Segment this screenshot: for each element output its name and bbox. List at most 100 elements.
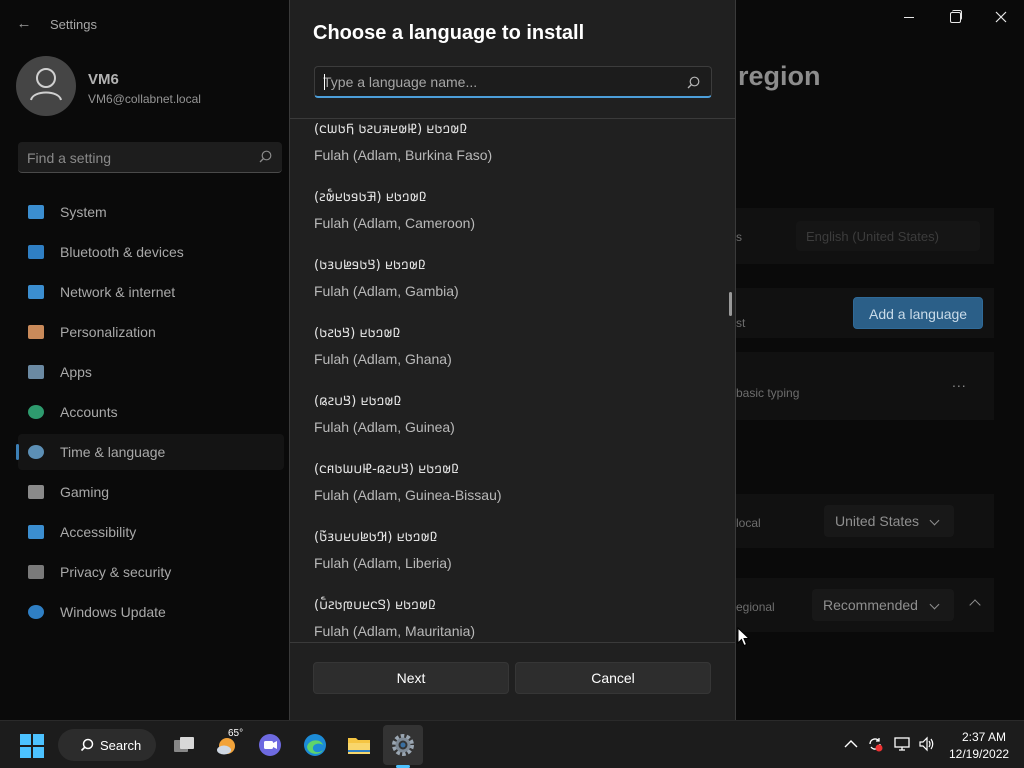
close-button[interactable]: [979, 6, 1023, 28]
app-title: Settings: [50, 17, 97, 32]
find-setting-input[interactable]: Find a setting: [18, 142, 282, 173]
regional-format-label-partial: egional: [736, 600, 775, 614]
sidebar-item-gaming[interactable]: Gaming: [18, 474, 284, 510]
sidebar-item-network-internet[interactable]: Network & internet: [18, 274, 284, 310]
country-value: United States: [835, 513, 920, 529]
mouse-cursor-icon: [737, 627, 751, 647]
shield-icon: [28, 565, 44, 579]
sidebar-item-apps[interactable]: Apps: [18, 354, 284, 390]
close-icon: [995, 11, 1007, 23]
add-language-button[interactable]: Add a language: [853, 297, 983, 329]
language-native-name: (𞤑𞤢𞤥𞤢𞤪𞤵𞥅𞤲) 𞤆𞤵𞤤𞤢𞤪: [314, 190, 427, 205]
chevron-down-icon: [929, 599, 940, 610]
sidebar-item-label: Accounts: [60, 404, 118, 420]
language-native-name: (𞤘𞤢𞤲𞤢) 𞤆𞤵𞤤𞤢𞤪: [314, 326, 401, 341]
taskbar: Search 65° 2:37 AM 12/19/2022: [0, 720, 1024, 768]
sidebar-item-label: Gaming: [60, 484, 110, 500]
chevron-down-icon: [929, 515, 940, 526]
sidebar-item-bluetooth-devices[interactable]: Bluetooth & devices: [18, 234, 284, 270]
language-search-box[interactable]: [314, 66, 712, 98]
task-view-icon[interactable]: [170, 731, 198, 759]
restore-button[interactable]: [934, 6, 978, 28]
regional-format-dropdown[interactable]: Recommended: [812, 589, 954, 621]
settings-taskbar-button[interactable]: [383, 725, 423, 765]
sidebar-item-windows-update[interactable]: Windows Update: [18, 594, 284, 630]
language-list-item[interactable]: (𞤃𞤮𞤪𞤭𞤼𞤢𞤲𞤭𞥅) 𞤆𞤵𞤤𞤢𞤪 Fulah (Adlam, Mauritani…: [290, 595, 730, 642]
avatar: [16, 56, 76, 116]
gear-icon: [392, 734, 414, 756]
preferred-languages-label-partial: st: [736, 316, 746, 330]
display-language-label-partial: s: [736, 230, 742, 244]
person-icon: [30, 68, 62, 101]
language-features-text: basic typing: [736, 386, 800, 400]
language-english-name: Fulah (Adlam, Guinea): [314, 419, 455, 435]
start-button[interactable]: [20, 734, 44, 758]
clock-time[interactable]: 2:37 AM: [962, 730, 1006, 744]
person-icon: [28, 405, 44, 419]
clock-date[interactable]: 12/19/2022: [949, 747, 1009, 761]
user-name: VM6: [88, 71, 119, 88]
sidebar-item-label: Accessibility: [60, 524, 137, 540]
sidebar-item-label: Personalization: [60, 324, 156, 340]
volume-icon[interactable]: [918, 735, 936, 753]
chat-icon[interactable]: [256, 731, 284, 759]
more-options-button[interactable]: ...: [952, 374, 967, 390]
sidebar-item-accounts[interactable]: Accounts: [18, 394, 284, 430]
country-dropdown[interactable]: United States: [824, 505, 954, 537]
apps-icon: [28, 365, 44, 379]
edge-browser-icon[interactable]: [301, 731, 329, 759]
sidebar-item-accessibility[interactable]: Accessibility: [18, 514, 284, 550]
gamepad-icon: [28, 485, 44, 499]
file-explorer-icon[interactable]: [345, 731, 373, 759]
sidebar-item-personalization[interactable]: Personalization: [18, 314, 284, 350]
language-list-item[interactable]: (𞤘𞤭𞤲𞤫-𞤄𞤭𞤧𞤢𞤱𞤮) 𞤆𞤵𞤤𞤢𞤪 Fulah (Adlam, Guinea-…: [290, 459, 730, 527]
user-email: VM6@collabnet.local: [88, 92, 201, 106]
bluetooth-icon: [28, 245, 44, 259]
sidebar-item-label: Time & language: [60, 444, 166, 460]
back-button[interactable]: ←: [14, 14, 34, 34]
search-icon: [259, 150, 272, 163]
taskbar-search-label: Search: [100, 738, 142, 753]
next-button[interactable]: Next: [313, 662, 509, 694]
minimize-button[interactable]: [888, 6, 932, 28]
cancel-button[interactable]: Cancel: [515, 662, 711, 694]
taskbar-search-button[interactable]: Search: [58, 729, 156, 761]
language-native-name: (𞤘𞤭𞤲𞤫) 𞤆𞤵𞤤𞤢𞤪: [314, 394, 402, 409]
sidebar-item-label: Apps: [60, 364, 92, 380]
sidebar-item-label: Bluetooth & devices: [60, 244, 184, 260]
choose-language-dialog: Choose a language to install (𞤄𞤵𞤪𞤳𞤭𞤲𞤢 𞤊𞤢…: [289, 0, 736, 720]
network-icon[interactable]: [893, 735, 911, 753]
language-english-name: Fulah (Adlam, Guinea-Bissau): [314, 487, 502, 503]
display-language-value: English (United States): [806, 229, 939, 244]
text-caret: [324, 74, 325, 90]
weather-temperature: 65°: [228, 728, 244, 739]
language-list-item[interactable]: (𞤂𞤢𞤦𞤭𞤪𞤭𞤴𞤢𞥄) 𞤆𞤵𞤤𞤢𞤪 Fulah (Adlam, Liberia): [290, 527, 730, 595]
scrollbar-thumb[interactable]: [729, 292, 732, 316]
chevron-up-icon[interactable]: [842, 735, 860, 753]
regional-format-value: Recommended: [823, 597, 918, 613]
language-english-name: Fulah (Adlam, Mauritania): [314, 623, 476, 639]
language-list-item[interactable]: (𞤄𞤵𞤪𞤳𞤭𞤲𞤢 𞤊𞤢𞤧𞤮) 𞤆𞤵𞤤𞤢𞤪 Fulah (Adlam, Burkin…: [290, 119, 730, 187]
sync-icon[interactable]: [866, 735, 884, 753]
language-list-item[interactable]: (𞤘𞤢𞤥𞤦𞤭𞤴𞤢) 𞤆𞤵𞤤𞤢𞤪 Fulah (Adlam, Gambia): [290, 255, 730, 323]
search-icon: [687, 76, 700, 89]
sidebar-item-label: Network & internet: [60, 284, 176, 300]
language-list-item[interactable]: (𞤑𞤢𞤥𞤢𞤪𞤵𞥅𞤲) 𞤆𞤵𞤤𞤢𞤪 Fulah (Adlam, Cameroon): [290, 187, 730, 255]
brush-icon: [28, 325, 44, 339]
language-english-name: Fulah (Adlam, Liberia): [314, 555, 452, 571]
sidebar-item-system[interactable]: System: [18, 194, 284, 230]
language-english-name: Fulah (Adlam, Cameroon): [314, 215, 476, 231]
sidebar-item-label: Windows Update: [60, 604, 166, 620]
language-list-item[interactable]: (𞤘𞤭𞤲𞤫) 𞤆𞤵𞤤𞤢𞤪 Fulah (Adlam, Guinea): [290, 391, 730, 459]
add-language-label: Add a language: [869, 306, 968, 322]
language-native-name: (𞤃𞤮𞤪𞤭𞤼𞤢𞤲𞤭𞥅) 𞤆𞤵𞤤𞤢𞤪: [314, 598, 436, 613]
display-language-select[interactable]: English (United States): [796, 221, 980, 251]
language-list-item[interactable]: (𞤘𞤢𞤲𞤢) 𞤆𞤵𞤤𞤢𞤪 Fulah (Adlam, Ghana): [290, 323, 730, 391]
country-label-partial: local: [736, 516, 761, 530]
sidebar-item-privacy-security[interactable]: Privacy & security: [18, 554, 284, 590]
language-english-name: Fulah (Adlam, Ghana): [314, 351, 452, 367]
language-english-name: Fulah (Adlam, Gambia): [314, 283, 459, 299]
accessibility-icon: [28, 525, 44, 539]
language-search-input[interactable]: [323, 67, 683, 96]
sidebar-item-time-language[interactable]: Time & language: [16, 434, 284, 470]
